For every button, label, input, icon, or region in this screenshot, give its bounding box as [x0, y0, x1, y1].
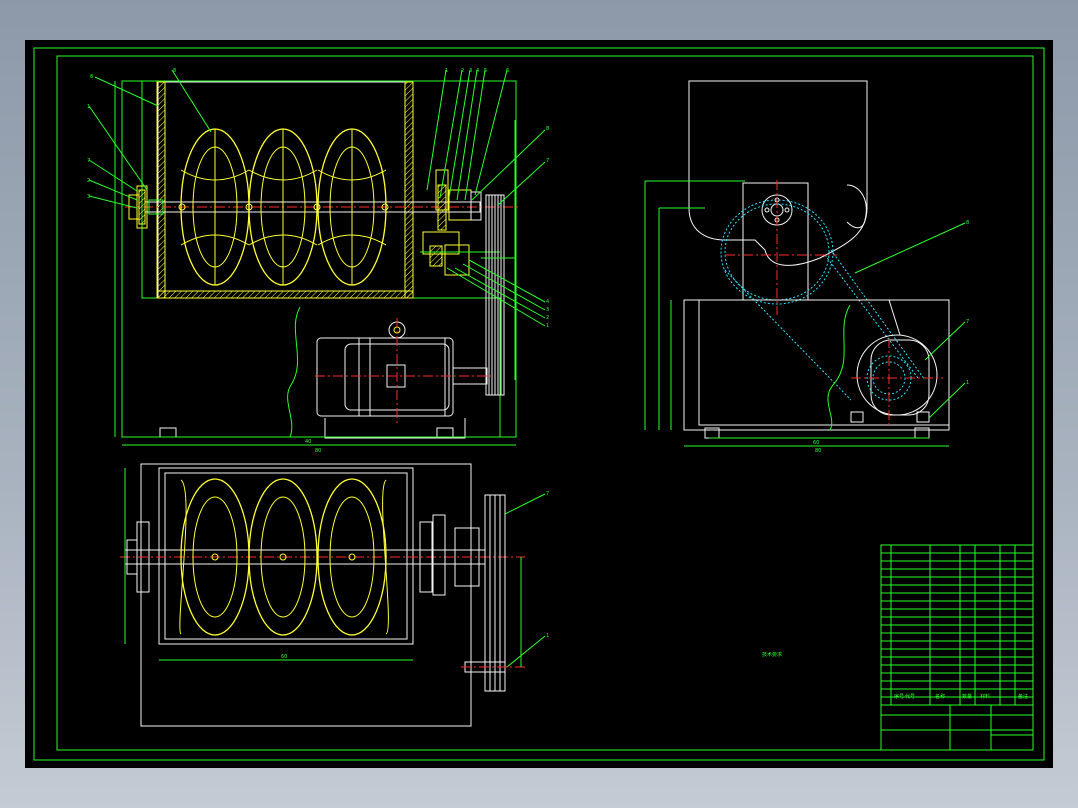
hopper-lip — [846, 184, 867, 229]
top-balloon-1: 1 — [546, 633, 549, 639]
notes-title: 技术要求 — [761, 652, 782, 658]
front-dimensions: 40 80 — [114, 81, 516, 454]
break-line — [287, 306, 301, 438]
svg-text:5: 5 — [484, 68, 487, 74]
svg-text:2: 2 — [461, 68, 464, 74]
svg-text:7: 7 — [87, 158, 90, 164]
svg-text:4: 4 — [546, 299, 549, 305]
bill-of-materials: 序号 代号 名称 数量 材料 备注 — [880, 544, 1034, 751]
side-break-line — [827, 304, 851, 431]
svg-text:8: 8 — [173, 68, 176, 74]
svg-text:80: 80 — [815, 448, 821, 454]
svg-text:3: 3 — [87, 194, 90, 200]
side-leader-7 — [924, 321, 966, 361]
technical-notes: 技术要求 — [707, 652, 837, 660]
col-qty: 数量 — [962, 693, 972, 700]
svg-text:60: 60 — [281, 654, 287, 660]
svg-text:2: 2 — [546, 315, 549, 321]
col-remark: 备注 — [1018, 693, 1028, 700]
svg-text:3: 3 — [546, 307, 549, 313]
col-code: 代号 — [905, 693, 915, 700]
foot-right — [436, 427, 454, 438]
frame-line — [141, 81, 501, 437]
top-leader-7 — [504, 493, 546, 515]
outer-frame — [33, 47, 1045, 761]
svg-text:1: 1 — [546, 323, 549, 329]
svg-text:7: 7 — [546, 158, 549, 164]
tank-wall-right — [404, 81, 414, 299]
svg-text:80: 80 — [315, 448, 321, 454]
tank-wall-left — [156, 81, 166, 299]
svg-text:8: 8 — [90, 74, 93, 80]
top-flange — [432, 514, 446, 596]
col-material: 材料 — [980, 693, 990, 700]
cad-drawing: 40 80 8 8 1 7 2 3 1 2 3 4 5 6 8 7 4 3 2 … — [33, 47, 1045, 761]
side-balloon-1: 1 — [966, 380, 969, 386]
col-seq: 序号 — [894, 693, 904, 700]
svg-text:6: 6 — [506, 68, 509, 74]
base-frame — [683, 299, 950, 431]
side-dimensions: 60 80 — [644, 180, 949, 454]
tension-rod — [888, 299, 901, 336]
main-pulley — [481, 194, 515, 396]
svg-text:60: 60 — [813, 440, 819, 446]
svg-text:1: 1 — [87, 104, 90, 110]
hopper-outline — [688, 80, 868, 266]
top-dimensions: 60 — [124, 468, 522, 667]
tank-bottom — [156, 290, 414, 299]
top-view: 60 7 1 — [120, 463, 549, 727]
belt-upper — [830, 249, 926, 381]
motor-endcap — [856, 334, 938, 416]
right-bearing — [420, 169, 500, 276]
col-name: 名称 — [935, 693, 945, 700]
svg-text:3: 3 — [469, 68, 472, 74]
side-balloon-8: 8 — [966, 220, 969, 226]
svg-text:2: 2 — [87, 178, 90, 184]
svg-text:4: 4 — [476, 68, 479, 74]
side-balloon-7: 7 — [966, 319, 969, 325]
front-view: 40 80 8 8 1 7 2 3 1 2 3 4 5 6 8 7 4 3 2 … — [87, 68, 549, 454]
side-view: 60 80 8 7 1 — [644, 80, 969, 454]
motor — [315, 318, 495, 439]
side-leader-8 — [854, 222, 966, 274]
top-balloon-7: 7 — [546, 491, 549, 497]
foot-left — [159, 427, 177, 438]
drawing-sheet: 40 80 8 8 1 7 2 3 1 2 3 4 5 6 8 7 4 3 2 … — [25, 40, 1053, 768]
svg-text:8: 8 — [546, 126, 549, 132]
top-leader-1 — [506, 635, 546, 668]
inner-frame — [56, 55, 1034, 751]
svg-text:1: 1 — [445, 68, 448, 74]
svg-text:40: 40 — [305, 439, 311, 445]
